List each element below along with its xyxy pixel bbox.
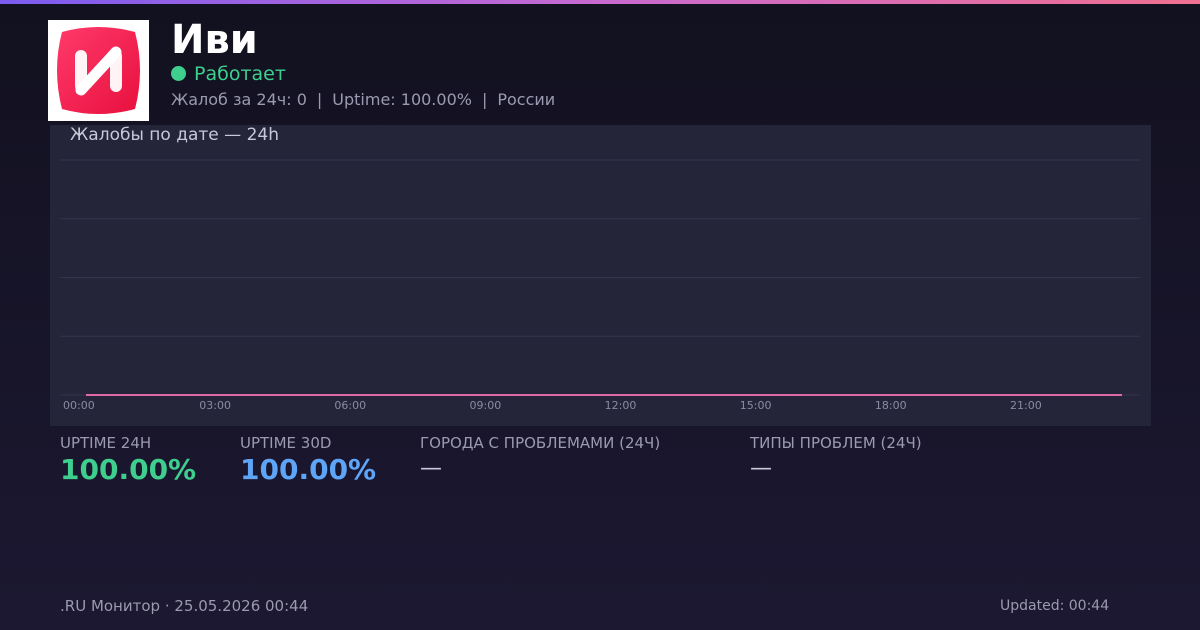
stat-value: 100.00% bbox=[60, 453, 197, 486]
stat-label: ГОРОДА С ПРОБЛЕМАМИ (24Ч) bbox=[420, 434, 661, 452]
service-meta: Жалоб за 24ч: 0 | Uptime: 100.00% | России bbox=[171, 89, 555, 111]
stat-uptime-24h: UPTIME 24H 100.00% bbox=[60, 434, 196, 487]
uptime-summary: Uptime: 100.00% bbox=[332, 90, 472, 109]
footer-brand: .RU Монитор · 25.05.2026 00:44 bbox=[60, 597, 309, 615]
chart-x-tick-label: 06:00 bbox=[334, 399, 366, 412]
top-accent-bar bbox=[0, 0, 1200, 4]
stat-problem-types: ТИПЫ ПРОБЛЕМ (24Ч) — bbox=[750, 434, 922, 484]
stat-value: — bbox=[750, 456, 772, 481]
stat-problem-cities: ГОРОДА С ПРОБЛЕМАМИ (24Ч) — bbox=[420, 434, 660, 484]
chart-x-tick-label: 18:00 bbox=[875, 399, 907, 412]
chart-x-tick-label: 00:00 bbox=[63, 399, 95, 412]
service-name: Иви bbox=[171, 17, 258, 63]
chart-x-tick-label: 15:00 bbox=[740, 399, 772, 412]
stat-label: ТИПЫ ПРОБЛЕМ (24Ч) bbox=[750, 434, 922, 452]
meta-separator: | bbox=[316, 90, 323, 109]
complaints-count: Жалоб за 24ч: 0 bbox=[171, 90, 307, 109]
footer-updated: Updated: 00:44 bbox=[1000, 598, 1110, 614]
chart-x-tick-label: 12:00 bbox=[605, 399, 637, 412]
stat-label: UPTIME 24H bbox=[60, 434, 152, 452]
stat-uptime-30d: UPTIME 30D 100.00% bbox=[240, 434, 376, 487]
stat-label: UPTIME 30D bbox=[240, 434, 332, 452]
meta-separator: | bbox=[481, 90, 488, 109]
chart-x-tick-label: 21:00 bbox=[1010, 399, 1042, 412]
chart-x-tick-label: 09:00 bbox=[470, 399, 502, 412]
complaints-chart: 00:00 03:00 06:00 09:00 12:00 15:00 18:00 21:00 bbox=[60, 159, 1140, 412]
region: России bbox=[497, 90, 556, 109]
complaints-chart-panel: Жалобы по дате — 24h 00:00 03:00 06:00 09:0… bbox=[50, 125, 1151, 426]
status-dot-icon bbox=[171, 66, 186, 81]
stat-value: — bbox=[420, 456, 442, 481]
ivi-logo-icon bbox=[57, 27, 140, 114]
service-logo bbox=[48, 20, 149, 121]
stat-value: 100.00% bbox=[240, 453, 377, 486]
chart-x-tick-label: 03:00 bbox=[199, 399, 231, 412]
service-status: Работает bbox=[171, 61, 286, 87]
status-text: Работает bbox=[194, 63, 286, 85]
